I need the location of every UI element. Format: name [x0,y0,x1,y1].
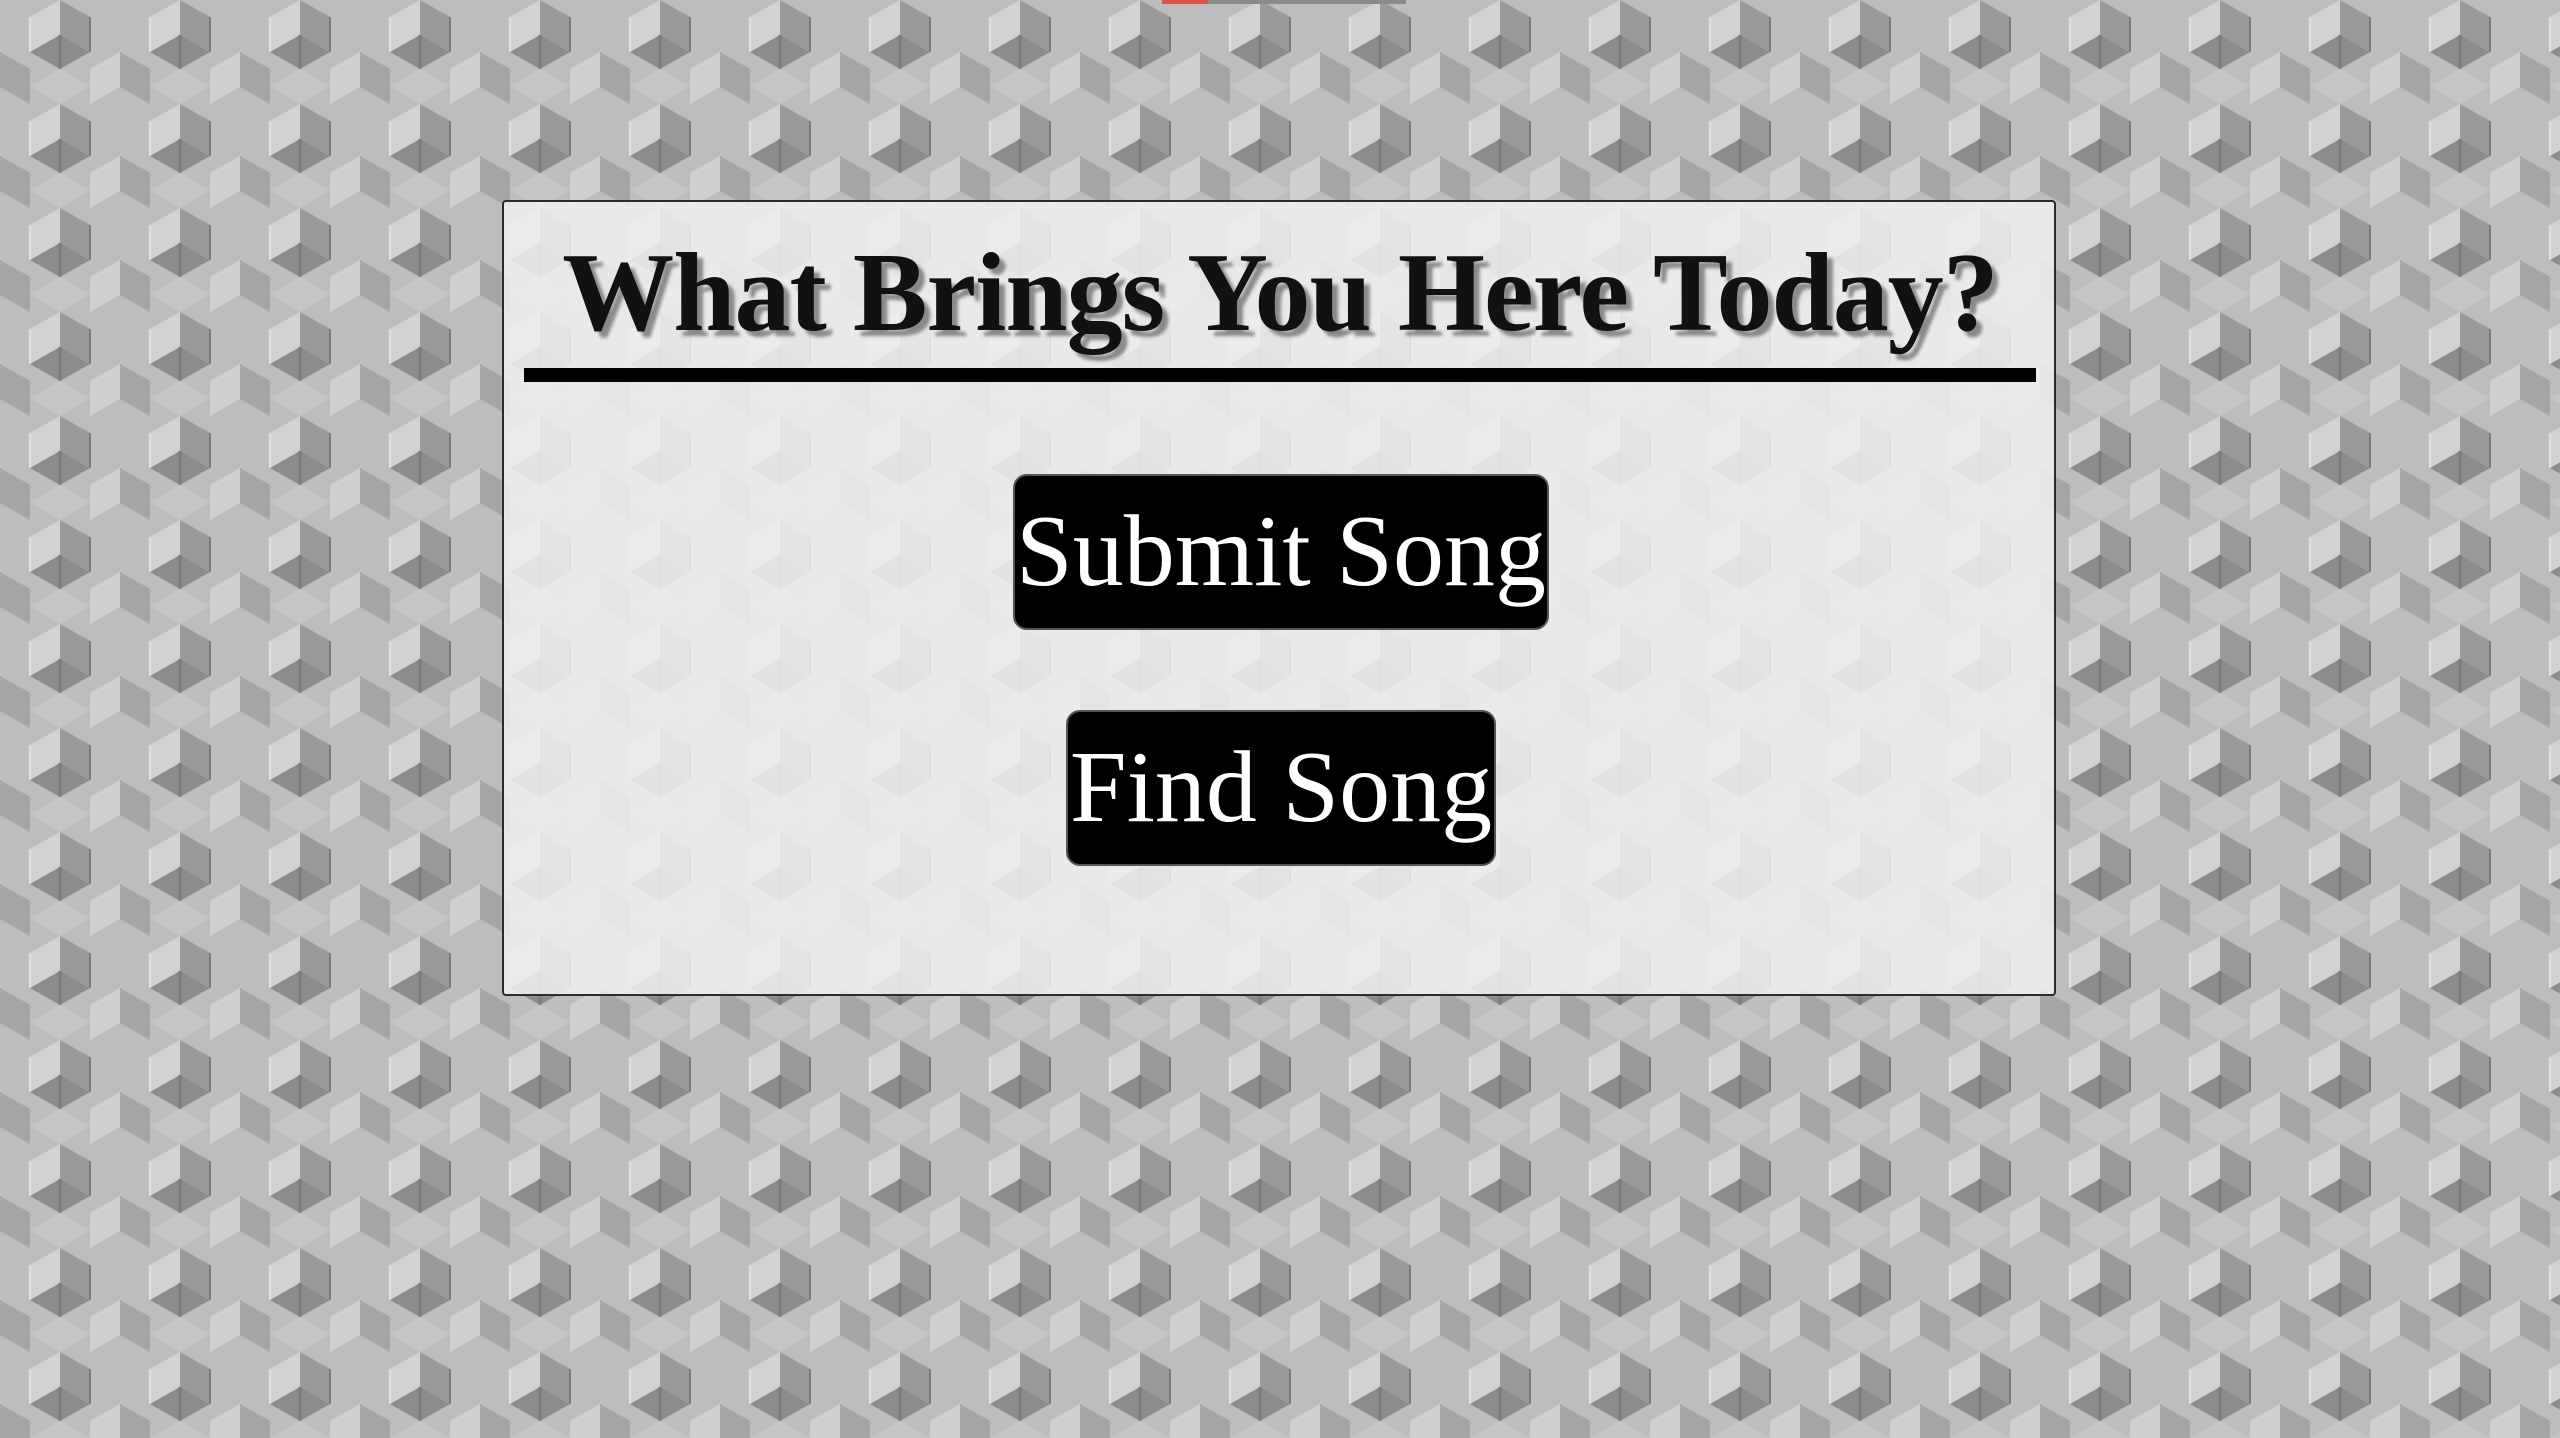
submit-song-button[interactable]: Submit Song [1013,474,1549,630]
find-song-button[interactable]: Find Song [1066,710,1496,866]
page-title: What Brings You Here Today? [562,231,1999,355]
top-edge-accent [1162,0,1208,4]
choice-panel: What Brings You Here Today? Submit Song … [502,200,2056,996]
title-divider [524,368,2036,382]
